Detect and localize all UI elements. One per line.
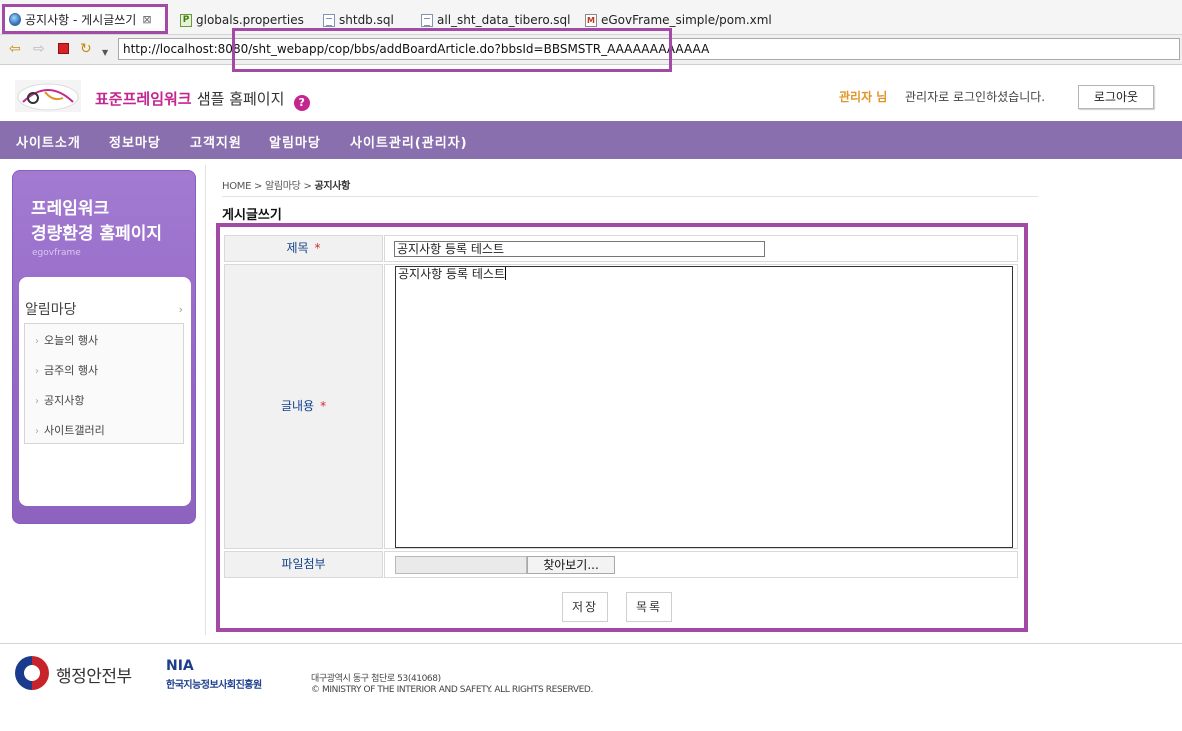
attach-label-cell: 파일첨부 bbox=[224, 551, 383, 578]
tab-all-sht-data-sql[interactable]: all_sht_data_tibero.sql bbox=[421, 8, 570, 32]
required-mark: * bbox=[314, 241, 321, 255]
sidebar-item-notice[interactable]: 공지사항 bbox=[35, 392, 84, 408]
tab-label: all_sht_data_tibero.sql bbox=[437, 13, 571, 27]
required-mark: * bbox=[320, 399, 327, 413]
breadcrumb: HOME > 알림마당 > 공지사항 bbox=[222, 181, 351, 192]
menu-item-info[interactable]: 정보마당 bbox=[109, 132, 161, 151]
menu-item-support[interactable]: 고객지원 bbox=[190, 132, 242, 151]
tab-label: globals.properties bbox=[196, 13, 304, 27]
sidebar-title: 프레임워크 경량환경 홈페이지 bbox=[31, 197, 162, 247]
sidebar-item-week-event[interactable]: 금주의 행사 bbox=[35, 362, 98, 378]
browse-button[interactable]: 찾아보기... bbox=[527, 556, 615, 574]
site-title[interactable]: 표준프레임워크 샘플 홈페이지 ? bbox=[95, 88, 310, 111]
nia-logo: NIA bbox=[166, 658, 194, 674]
copyright-line: © MINISTRY OF THE INTERIOR AND SAFETY. A… bbox=[311, 685, 593, 695]
sidebar-item-today-event[interactable]: 오늘의 행사 bbox=[35, 332, 98, 348]
sidebar-list: 오늘의 행사 금주의 행사 공지사항 사이트갤러리 bbox=[24, 323, 184, 444]
breadcrumb-level1[interactable]: 알림마당 bbox=[265, 181, 301, 192]
site-title-rest: 샘플 홈페이지 bbox=[196, 90, 285, 108]
title-label: 제목 bbox=[286, 241, 309, 255]
xml-file-icon: M bbox=[585, 13, 597, 27]
menu-item-site-intro[interactable]: 사이트소개 bbox=[16, 132, 81, 151]
sidebar: 프레임워크 경량환경 홈페이지 egovframe 알림마당 › 오늘의 행사 … bbox=[12, 170, 196, 524]
breadcrumb-home[interactable]: HOME bbox=[222, 181, 251, 192]
page-title: 게시글쓰기 bbox=[222, 208, 282, 223]
menu-item-admin[interactable]: 사이트관리(관리자) bbox=[350, 132, 468, 151]
title-input[interactable]: 공지사항 등록 테스트 bbox=[394, 241, 765, 257]
menu-item-notice[interactable]: 알림마당 bbox=[269, 132, 321, 151]
egovframe-logo bbox=[15, 80, 81, 112]
globe-icon bbox=[9, 12, 21, 26]
content-divider bbox=[205, 165, 206, 635]
text-caret bbox=[505, 267, 506, 280]
tab-label: shtdb.sql bbox=[339, 13, 394, 27]
content-label-cell: 글내용 * bbox=[224, 264, 383, 549]
logout-button[interactable]: 로그아웃 bbox=[1078, 85, 1154, 109]
content-textarea[interactable]: 공지사항 등록 테스트 bbox=[395, 266, 1013, 548]
content-text: 공지사항 등록 테스트 bbox=[398, 267, 505, 281]
editor-tab-strip: 공지사항 - 게시글쓰기 ⊠ P globals.properties shtd… bbox=[0, 0, 1182, 35]
address-line: 대구광역시 동구 첨단로 53(41068) bbox=[311, 674, 441, 684]
tab-label: eGovFrame_simple/pom.xml bbox=[601, 13, 772, 27]
file-path-input[interactable] bbox=[395, 556, 527, 574]
forward-arrow-icon[interactable]: ⇨ bbox=[33, 42, 45, 56]
back-arrow-icon[interactable]: ⇦ bbox=[9, 42, 21, 56]
main-menu: 사이트소개 정보마당 고객지원 알림마당 사이트관리(관리자) bbox=[0, 121, 1182, 159]
sidebar-section-title[interactable]: 알림마당 bbox=[25, 299, 77, 319]
sidebar-panel: 알림마당 › 오늘의 행사 금주의 행사 공지사항 사이트갤러리 bbox=[19, 277, 191, 506]
attach-label: 파일첨부 bbox=[281, 557, 326, 571]
sidebar-subtitle: egovframe bbox=[32, 248, 81, 258]
sidebar-title-line2: 경량환경 홈페이지 bbox=[31, 224, 163, 244]
stop-icon[interactable] bbox=[58, 43, 69, 54]
tab-notice-write[interactable]: 공지사항 - 게시글쓰기 ⊠ bbox=[2, 4, 168, 34]
browser-toolbar: ⇦ ⇨ ↻ ▼ http://localhost:8080/sht_webapp… bbox=[0, 35, 1182, 65]
ministry-name: 행정안전부 bbox=[56, 667, 132, 687]
title-label-cell: 제목 * bbox=[224, 235, 383, 262]
ministry-emblem-icon bbox=[15, 656, 49, 690]
chevron-right-icon: › bbox=[178, 303, 183, 316]
sql-file-icon bbox=[421, 13, 433, 27]
user-name: 관리자 님 bbox=[839, 90, 888, 104]
chevron-down-icon[interactable]: ▼ bbox=[102, 46, 108, 60]
refresh-icon[interactable]: ↻ bbox=[80, 42, 92, 56]
url-input[interactable]: http://localhost:8080/sht_webapp/cop/bbs… bbox=[118, 38, 1180, 60]
footer-divider bbox=[0, 643, 1182, 644]
tab-shtdb-sql[interactable]: shtdb.sql bbox=[323, 8, 394, 32]
sql-file-icon bbox=[323, 13, 335, 27]
save-button[interactable]: 저장 bbox=[562, 592, 608, 622]
tab-globals-properties[interactable]: P globals.properties bbox=[180, 8, 304, 32]
nia-name: 한국지능정보사회진흥원 bbox=[166, 680, 262, 691]
tab-pom-xml[interactable]: M eGovFrame_simple/pom.xml bbox=[585, 8, 772, 32]
footer-address: 대구광역시 동구 첨단로 53(41068) © MINISTRY OF THE… bbox=[311, 674, 593, 696]
content-label: 글내용 bbox=[280, 399, 315, 413]
tab-label: 공지사항 - 게시글쓰기 bbox=[25, 12, 137, 27]
help-icon[interactable]: ? bbox=[293, 95, 310, 111]
list-button[interactable]: 목록 bbox=[626, 592, 672, 622]
properties-file-icon: P bbox=[180, 13, 192, 27]
breadcrumb-current: 공지사항 bbox=[314, 181, 351, 192]
login-message: 관리자로 로그인하셨습니다. bbox=[905, 90, 1046, 104]
divider bbox=[222, 196, 1038, 197]
close-icon[interactable]: ⊠ bbox=[142, 13, 151, 26]
sidebar-title-line1: 프레임워크 bbox=[31, 199, 110, 219]
sidebar-item-gallery[interactable]: 사이트갤러리 bbox=[35, 422, 105, 438]
site-title-highlight: 표준프레임워크 bbox=[95, 90, 192, 108]
